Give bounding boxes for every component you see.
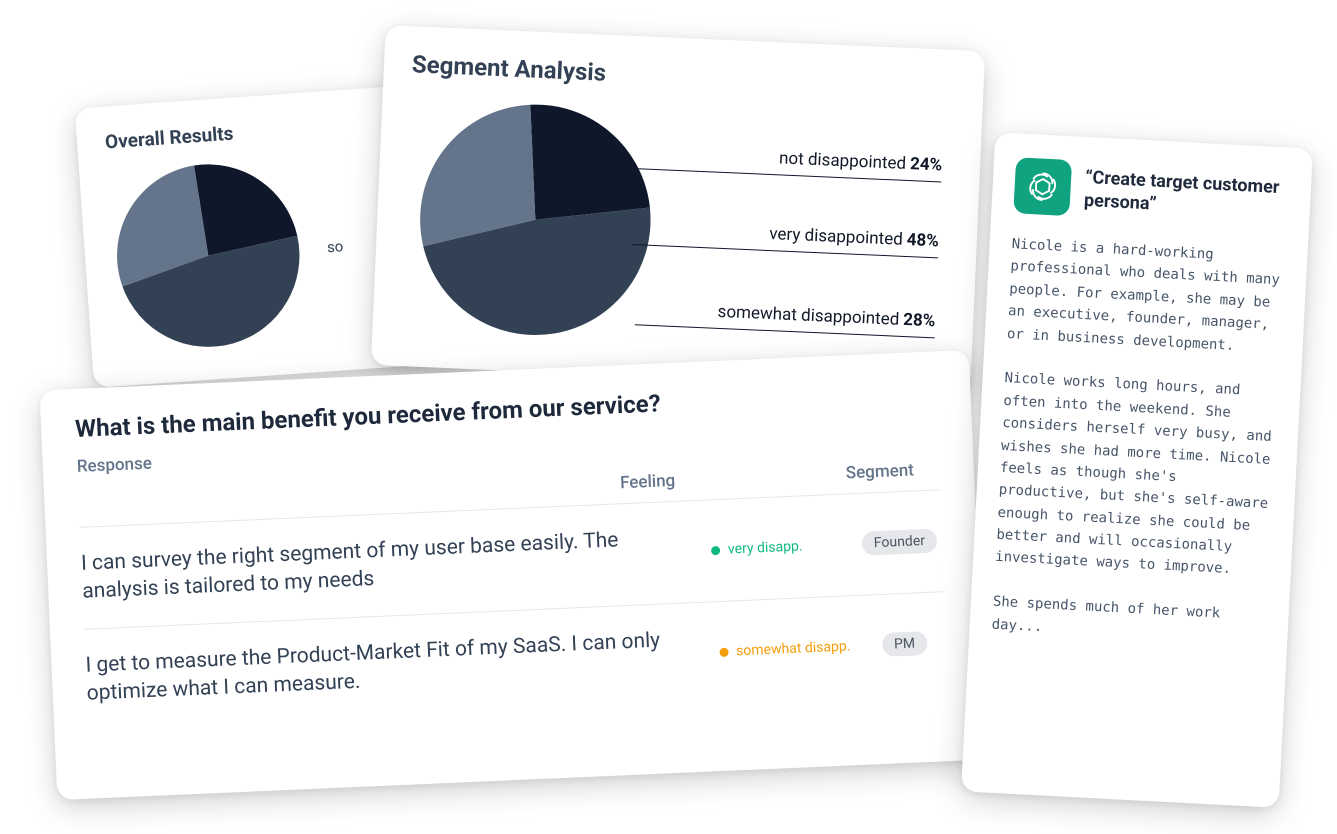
pie-slice (525, 104, 654, 224)
segment-analysis-card: Segment Analysis not disappointed24% ver… (371, 25, 985, 391)
status-dot-icon (711, 546, 720, 555)
response-segment: Founder (855, 529, 943, 557)
responses-card: What is the main benefit you receive fro… (40, 350, 987, 800)
response-feeling: somewhat disapp. (719, 638, 862, 660)
overall-pie-chart (107, 154, 310, 357)
feeling-label: very disapp. (728, 539, 803, 558)
segment-badge[interactable]: Founder (861, 529, 937, 556)
segment-label-very-disappointed: very disappointed48% (769, 224, 939, 251)
persona-body-text: Nicole is a hard-working professional wh… (991, 233, 1286, 650)
segment-badge[interactable]: PM (882, 631, 928, 657)
header-response: Response (76, 433, 620, 517)
openai-logo-icon (1013, 157, 1072, 216)
status-dot-icon (719, 647, 728, 656)
segment-pie-chart (410, 95, 660, 345)
header-feeling: Feeling (618, 425, 820, 494)
persona-card: “Create target customer persona” Nicole … (961, 132, 1313, 808)
persona-title: “Create target customer persona” (1083, 166, 1289, 223)
overall-legend-partial: so (326, 237, 344, 256)
response-text: I can survey the right segment of my use… (80, 522, 712, 606)
segment-label-not-disappointed: not disappointed24% (779, 148, 943, 175)
response-segment: PM (861, 630, 948, 658)
feeling-label: somewhat disapp. (736, 638, 851, 659)
segment-label-somewhat-disappointed: somewhat disappointed28% (717, 302, 936, 331)
response-feeling: very disapp. (711, 536, 857, 558)
header-segment: Segment (818, 419, 941, 484)
response-text: I get to measure the Product-Market Fit … (85, 624, 720, 708)
